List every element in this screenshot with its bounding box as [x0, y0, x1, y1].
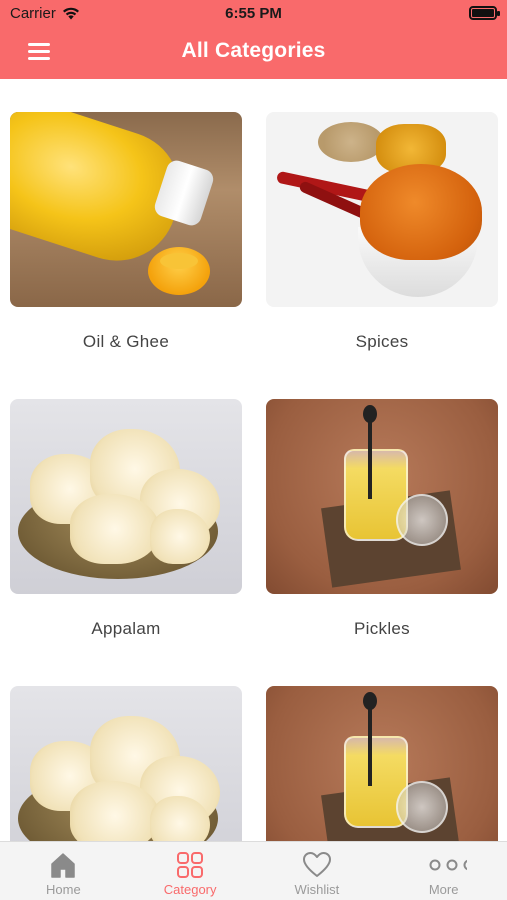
category-label: Spices [355, 332, 409, 351]
heart-icon [302, 852, 331, 877]
tab-home[interactable]: Home [0, 842, 127, 900]
top-bar: Carrier 6:55 PM All Categories [0, 0, 507, 79]
status-bar: Carrier 6:55 PM [0, 0, 507, 28]
clock: 6:55 PM [225, 5, 282, 22]
category-card-5[interactable] [10, 686, 242, 841]
oil-bottle-image [10, 112, 242, 307]
category-grid: Oil & Ghee Spices Appalam Pickles [0, 79, 507, 841]
appalam-bowl-image [10, 686, 242, 841]
category-card-appalam[interactable]: Appalam [10, 399, 242, 639]
category-label: Oil & Ghee [82, 332, 170, 351]
app-header: All Categories [0, 28, 507, 79]
category-card-spices[interactable]: Spices [266, 112, 498, 352]
more-dots-icon [429, 859, 467, 871]
category-card-pickles[interactable]: Pickles [266, 399, 498, 639]
tab-label: Wishlist [294, 882, 340, 897]
bottom-tab-bar: Home Category Wishlist More [0, 841, 507, 900]
battery-icon [469, 6, 500, 20]
category-grid-icon [177, 852, 204, 878]
tab-label: More [428, 882, 459, 897]
category-label: Pickles [354, 619, 410, 638]
tab-wishlist[interactable]: Wishlist [254, 842, 381, 900]
tab-label: Home [46, 882, 81, 897]
page-title: All Categories [181, 39, 326, 62]
tab-label: Category [163, 882, 217, 897]
appalam-bowl-image [10, 399, 242, 594]
category-card-oil-ghee[interactable]: Oil & Ghee [10, 112, 242, 352]
category-card-6[interactable] [266, 686, 498, 841]
home-icon [51, 853, 76, 878]
category-label: Appalam [91, 619, 161, 638]
ghee-glass-image [266, 399, 498, 594]
ghee-glass-image [266, 686, 498, 841]
tab-category[interactable]: Category [127, 842, 254, 900]
tab-more[interactable]: More [380, 842, 507, 900]
spices-image [266, 112, 498, 307]
